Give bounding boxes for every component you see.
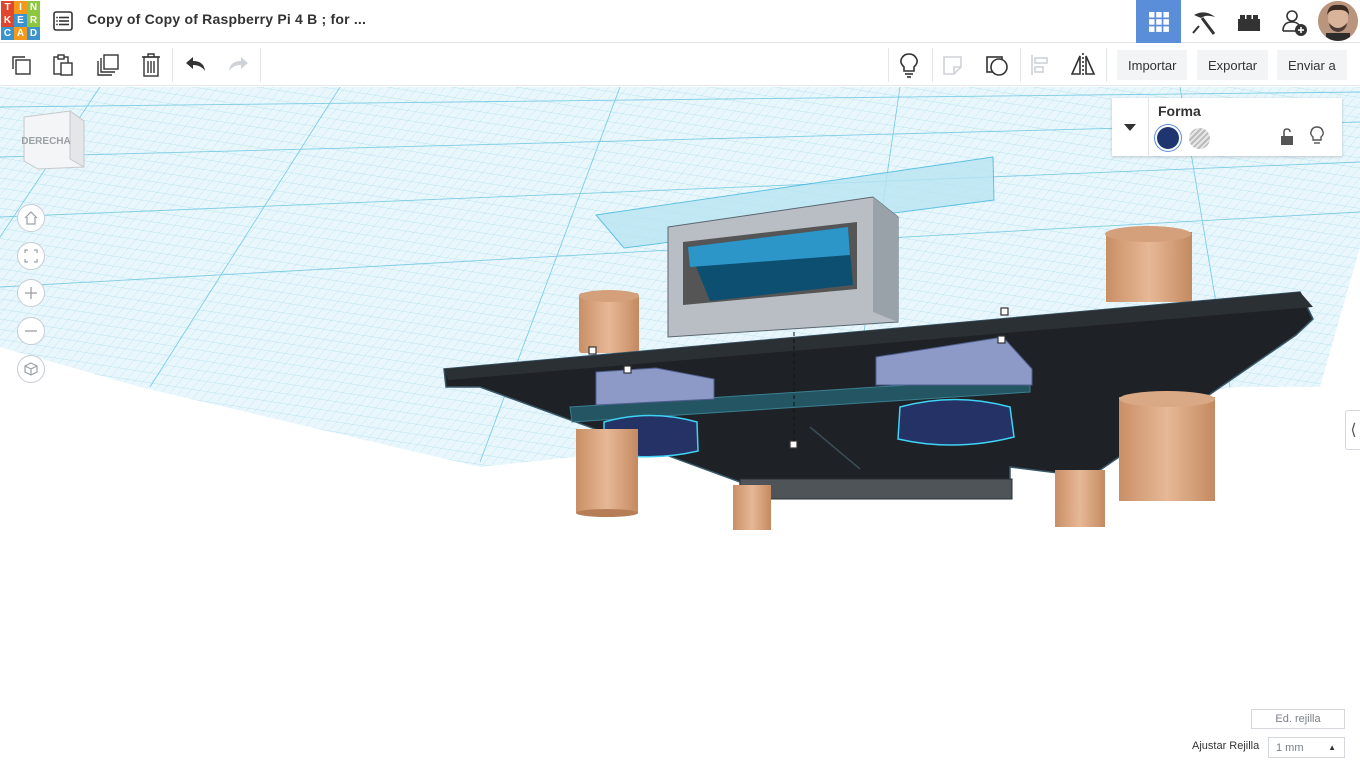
shape-group-icon[interactable] [982,50,1012,80]
zoom-in-icon[interactable] [17,279,45,307]
pickaxe-icon[interactable] [1181,0,1226,43]
perspective-icon[interactable] [17,355,45,383]
mirror-icon[interactable] [1068,50,1098,80]
solid-color-swatch[interactable] [1157,127,1179,149]
paste-icon[interactable] [48,50,78,80]
fit-view-icon[interactable] [17,242,45,270]
note-icon [938,50,968,80]
design-list-icon[interactable] [52,10,74,32]
snap-grid-value: 1 mm [1276,741,1304,754]
logo-letter: E [14,14,27,27]
design-title[interactable]: Copy of Copy of Raspberry Pi 4 B ; for .… [87,11,366,27]
top-nav [1136,0,1360,43]
chevron-down-icon [1124,124,1136,131]
logo-letter: I [14,1,27,14]
light-bulb-icon[interactable] [894,50,924,80]
copy-icon[interactable] [6,50,36,80]
snap-grid-label: Ajustar Rejilla [1192,740,1260,752]
duplicate-icon[interactable] [93,50,123,80]
add-user-icon[interactable] [1271,0,1316,43]
shapes-panel-toggle[interactable]: ⟨ [1345,410,1360,450]
zoom-out-icon[interactable] [17,317,45,345]
redo-icon[interactable] [223,50,253,80]
bricks-icon[interactable] [1226,0,1271,43]
chevron-left-icon: ⟨ [1350,422,1357,439]
inspector-collapse-button[interactable] [1112,98,1149,156]
hole-swatch[interactable] [1189,128,1210,149]
logo-letter: C [1,27,14,40]
snap-grid-select[interactable]: 1 mm ▲ [1268,737,1345,758]
top-bar: TINKERCAD Copy of Copy of Raspberry Pi 4… [0,0,1360,43]
logo-letter: K [1,14,14,27]
shape-inspector: Forma [1112,98,1342,156]
export-button[interactable]: Exportar [1197,50,1269,80]
logo-letter: A [14,27,27,40]
logo-letter: T [1,1,14,14]
logo-letter: D [27,27,40,40]
logo-letter: N [27,1,40,14]
visibility-bulb-icon[interactable] [1309,126,1325,151]
view-cube[interactable]: DERECHA [21,109,86,170]
select-arrow-icon: ▲ [1328,743,1336,752]
edit-toolbar: Importar Exportar Enviar a [0,44,1360,86]
undo-icon[interactable] [181,50,211,80]
align-icon [1026,50,1056,80]
delete-icon[interactable] [136,50,166,80]
logo-letter: R [27,14,40,27]
3d-workplane-viewport[interactable]: DERECHA [0,87,1360,768]
grid-view-icon[interactable] [1136,0,1181,43]
home-view-icon[interactable] [17,204,45,232]
user-avatar[interactable] [1318,1,1358,41]
tinkercad-logo[interactable]: TINKERCAD [1,1,41,41]
scene-render[interactable] [0,87,1360,768]
lock-icon[interactable] [1279,128,1295,151]
view-cube-label: DERECHA [22,136,71,147]
send-to-button[interactable]: Enviar a [1277,50,1347,80]
inspector-title: Forma [1158,103,1201,119]
import-button[interactable]: Importar [1117,50,1188,80]
edit-grid-button[interactable]: Ed. rejilla [1251,709,1345,729]
